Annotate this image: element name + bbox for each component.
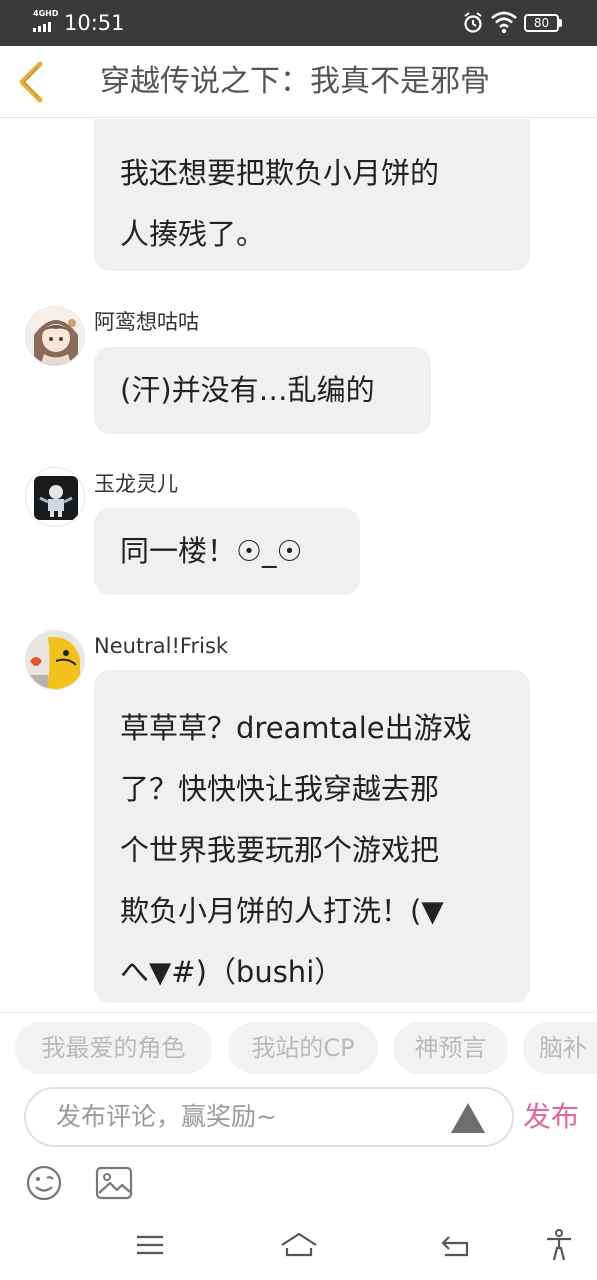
- comment-text: 草草草？dreamtale出游戏 了？快快快让我穿越去那 个世界我要玩那个游戏把…: [120, 711, 472, 989]
- comment-username[interactable]: 玉龙灵儿: [94, 470, 178, 498]
- comment-list[interactable]: 我还想要把欺负小月饼的 人揍残了。 阿鸾想咕咕 (汗)并没有…乱编的 玉龙灵儿 …: [0, 119, 597, 1012]
- emoji-icon[interactable]: [24, 1163, 64, 1203]
- image-icon[interactable]: [94, 1163, 134, 1203]
- battery-icon: 80: [524, 14, 564, 32]
- avatar[interactable]: [25, 630, 85, 690]
- publish-button[interactable]: 发布: [523, 1097, 579, 1137]
- cellular-signal-icon: 4GHD: [33, 10, 59, 34]
- comment-text: 我还想要把欺负小月饼的 人揍残了。: [120, 156, 440, 251]
- comment-input[interactable]: 发布评论，赢奖励~: [24, 1087, 514, 1147]
- comment-username[interactable]: Neutral!Frisk: [94, 632, 228, 660]
- quick-tags: 我最爱的角色 我站的CP 神预言 脑补: [0, 1012, 597, 1084]
- back-nav-icon[interactable]: [437, 1228, 473, 1262]
- avatar[interactable]: [25, 467, 85, 527]
- status-time: 10:51: [64, 11, 125, 35]
- send-triangle-icon[interactable]: [450, 1102, 486, 1134]
- tag-chip[interactable]: 神预言: [393, 1022, 508, 1074]
- tag-chip[interactable]: 我站的CP: [228, 1022, 378, 1074]
- system-nav-bar: [0, 1210, 597, 1280]
- header: 穿越传说之下：我真不是邪骨: [0, 46, 597, 118]
- comment-input-placeholder: 发布评论，赢奖励~: [56, 1102, 277, 1131]
- tag-chip[interactable]: 脑补: [523, 1022, 597, 1074]
- comment-text: (汗)并没有…乱编的: [120, 373, 375, 407]
- accessibility-icon[interactable]: [541, 1228, 577, 1262]
- tag-chip[interactable]: 我最爱的角色: [15, 1022, 212, 1074]
- comment-bubble: 同一楼！☉_☉: [94, 508, 360, 595]
- comment-bubble: 我还想要把欺负小月饼的 人揍残了。: [94, 119, 530, 271]
- comment-username[interactable]: 阿鸾想咕咕: [94, 308, 199, 336]
- comment-bubble: (汗)并没有…乱编的: [94, 347, 431, 434]
- page-title: 穿越传说之下：我真不是邪骨: [100, 64, 490, 99]
- wifi-icon: [491, 11, 517, 34]
- alarm-icon: [464, 12, 482, 33]
- menu-icon[interactable]: [132, 1228, 168, 1262]
- comment-text: 同一楼！☉_☉: [120, 534, 303, 568]
- avatar[interactable]: [25, 306, 85, 366]
- home-icon[interactable]: [279, 1228, 319, 1262]
- status-bar: 4GHD 10:51 80: [0, 0, 597, 46]
- comment-bubble: 草草草？dreamtale出游戏 了？快快快让我穿越去那 个世界我要玩那个游戏把…: [94, 670, 530, 1003]
- back-arrow-icon[interactable]: [14, 60, 48, 104]
